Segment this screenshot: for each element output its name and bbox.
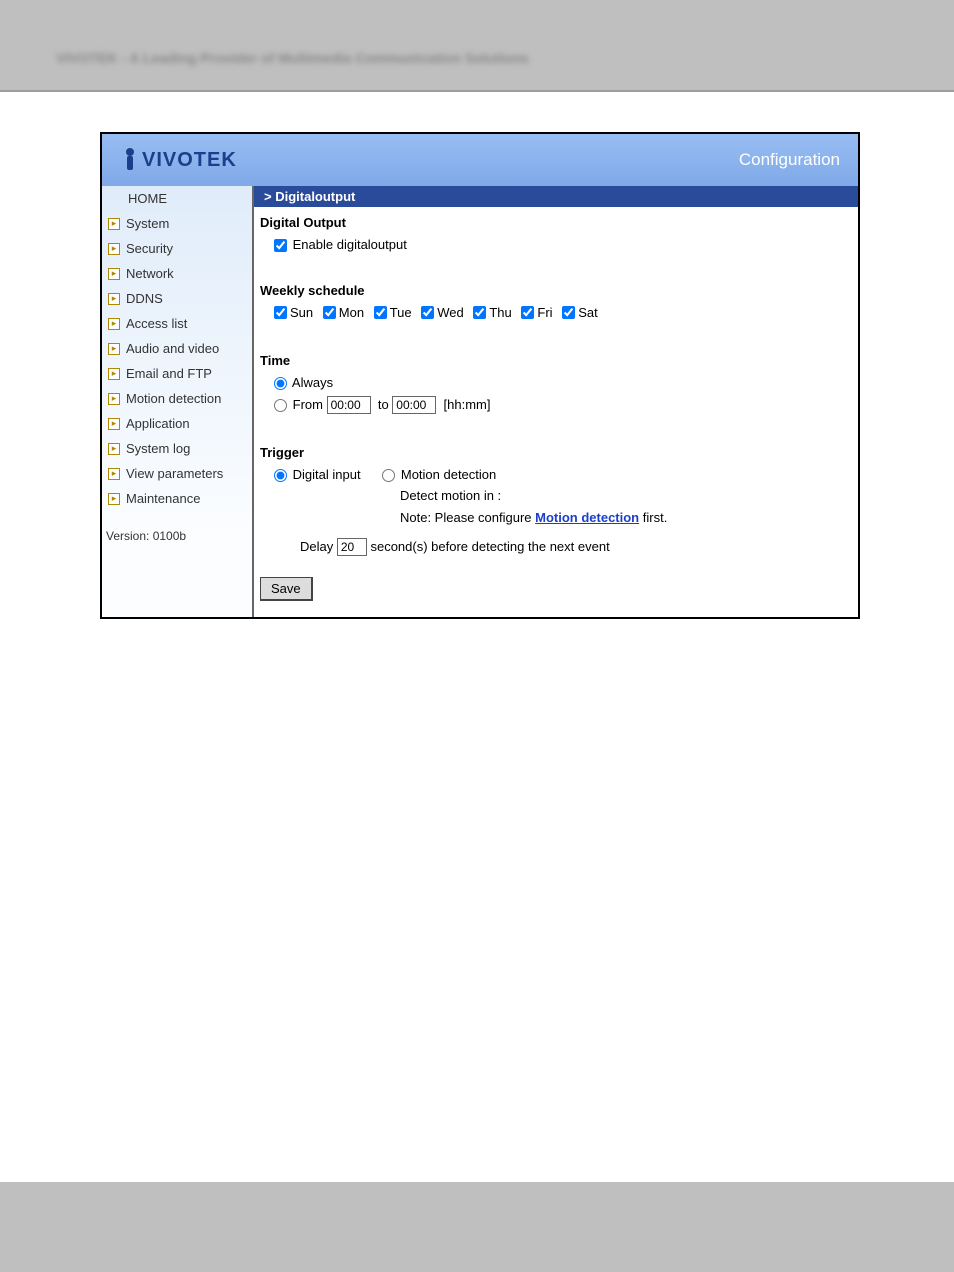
version-label: Version: 0100b <box>102 511 252 547</box>
bottom-band <box>0 1182 954 1272</box>
note-suffix: first. <box>639 510 667 525</box>
sidebar-item-security[interactable]: ▸Security <box>102 236 252 261</box>
sidebar-item-systemlog[interactable]: ▸System log <box>102 436 252 461</box>
sidebar-item-system[interactable]: ▸System <box>102 211 252 236</box>
arrow-icon: ▸ <box>108 343 120 355</box>
time-to-input[interactable] <box>392 396 436 414</box>
arrow-icon: ▸ <box>108 218 120 230</box>
sidebar-item-audiovideo[interactable]: ▸Audio and video <box>102 336 252 361</box>
time-from-label: From <box>293 397 323 412</box>
time-always-radio[interactable] <box>274 377 287 390</box>
sidebar-item-ddns[interactable]: ▸DDNS <box>102 286 252 311</box>
arrow-icon: ▸ <box>108 293 120 305</box>
arrow-icon: ▸ <box>108 368 120 380</box>
enable-digitaloutput-label: Enable digitaloutput <box>293 237 407 252</box>
vivotek-logo: VIVOTEK <box>120 146 237 174</box>
arrow-icon: ▸ <box>108 468 120 480</box>
arrow-icon: ▸ <box>108 393 120 405</box>
note-prefix: Note: Please configure <box>400 510 535 525</box>
logo-icon <box>120 146 140 174</box>
app-header: VIVOTEK Configuration <box>102 134 858 186</box>
day-wed-checkbox[interactable] <box>421 306 434 319</box>
delay-suffix: second(s) before detecting the next even… <box>367 539 610 554</box>
config-title: Configuration <box>739 150 840 170</box>
detect-motion-in-label: Detect motion in : <box>400 485 852 507</box>
sidebar-item-maintenance[interactable]: ▸Maintenance <box>102 486 252 511</box>
delay-input[interactable] <box>337 538 367 556</box>
motion-detection-link[interactable]: Motion detection <box>535 510 639 525</box>
time-from-radio[interactable] <box>274 399 287 412</box>
page-content: VIVOTEK Configuration HOME ▸System ▸Secu… <box>0 92 954 1182</box>
section-title-weekly: Weekly schedule <box>260 283 852 298</box>
day-thu-checkbox[interactable] <box>473 306 486 319</box>
sidebar-item-motiondetection[interactable]: ▸Motion detection <box>102 386 252 411</box>
time-always-label: Always <box>292 375 333 390</box>
sidebar-item-accesslist[interactable]: ▸Access list <box>102 311 252 336</box>
section-title-time: Time <box>260 353 852 368</box>
trigger-motiondetect-radio[interactable] <box>382 469 395 482</box>
breadcrumb: > Digitaloutput <box>254 186 858 207</box>
trigger-digitalinput-label: Digital input <box>293 467 361 482</box>
sidebar: HOME ▸System ▸Security ▸Network ▸DDNS ▸A… <box>102 186 254 617</box>
logo-text: VIVOTEK <box>142 149 237 172</box>
sidebar-home[interactable]: HOME <box>102 186 252 211</box>
sidebar-item-emailftp[interactable]: ▸Email and FTP <box>102 361 252 386</box>
day-sun-checkbox[interactable] <box>274 306 287 319</box>
arrow-icon: ▸ <box>108 493 120 505</box>
time-from-input[interactable] <box>327 396 371 414</box>
trigger-digitalinput-radio[interactable] <box>274 469 287 482</box>
save-button[interactable]: Save <box>260 577 313 601</box>
day-fri-checkbox[interactable] <box>521 306 534 319</box>
day-mon-checkbox[interactable] <box>323 306 336 319</box>
top-header-band: VIVOTEK - A Leading Provider of Multimed… <box>0 0 954 92</box>
arrow-icon: ▸ <box>108 443 120 455</box>
time-to-label: to <box>378 397 389 412</box>
arrow-icon: ▸ <box>108 418 120 430</box>
weekly-days-row: Sun Mon Tue Wed Thu Fri Sat <box>260 302 852 325</box>
sidebar-item-network[interactable]: ▸Network <box>102 261 252 286</box>
arrow-icon: ▸ <box>108 268 120 280</box>
document-title-blurred: VIVOTEK - A Leading Provider of Multimed… <box>56 50 529 66</box>
delay-prefix: Delay <box>300 539 337 554</box>
section-title-trigger: Trigger <box>260 445 852 460</box>
arrow-icon: ▸ <box>108 318 120 330</box>
trigger-motiondetect-label: Motion detection <box>401 467 496 482</box>
section-title-digitaloutput: Digital Output <box>260 215 852 230</box>
day-sat-checkbox[interactable] <box>562 306 575 319</box>
time-hint: [hh:mm] <box>444 397 491 412</box>
sidebar-item-viewparameters[interactable]: ▸View parameters <box>102 461 252 486</box>
app-window: VIVOTEK Configuration HOME ▸System ▸Secu… <box>100 132 860 619</box>
sidebar-item-application[interactable]: ▸Application <box>102 411 252 436</box>
sidebar-home-label: HOME <box>128 191 167 206</box>
day-tue-checkbox[interactable] <box>374 306 387 319</box>
arrow-icon: ▸ <box>108 243 120 255</box>
content-area: > Digitaloutput Digital Output Enable di… <box>254 186 858 617</box>
enable-digitaloutput-checkbox[interactable] <box>274 239 287 252</box>
